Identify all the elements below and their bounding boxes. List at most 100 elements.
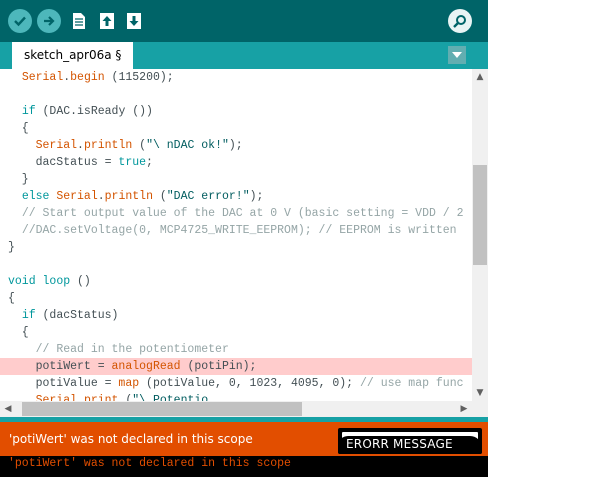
check-icon bbox=[14, 16, 26, 27]
code-line: { bbox=[8, 324, 464, 341]
code-line: if (dacStatus) bbox=[8, 307, 464, 324]
toolbar bbox=[0, 0, 488, 42]
code-token: void bbox=[8, 275, 36, 288]
code-token: ( bbox=[118, 394, 133, 401]
open-icon bbox=[100, 13, 114, 29]
tab-bar: sketch_apr06a § bbox=[0, 42, 488, 69]
scroll-down-icon[interactable]: ▼ bbox=[472, 385, 488, 401]
save-sketch-button[interactable] bbox=[123, 10, 145, 32]
code-token: ; bbox=[146, 156, 153, 169]
horizontal-scroll-thumb[interactable] bbox=[22, 402, 302, 416]
new-sketch-button[interactable] bbox=[68, 10, 90, 32]
horizontal-scrollbar[interactable]: ◀ ▶ bbox=[0, 401, 472, 417]
code-token: . bbox=[77, 139, 84, 152]
code-line: } bbox=[8, 171, 464, 188]
code-token: (dacStatus) bbox=[35, 309, 119, 322]
triangle-down-icon bbox=[452, 52, 462, 58]
code-line: potiValue = map (potiValue, 0, 1023, 409… bbox=[8, 375, 464, 392]
code-token: //DAC.setVoltage(0, MCP4725_WRITE_EEPROM… bbox=[21, 224, 457, 237]
open-sketch-button[interactable] bbox=[96, 10, 118, 32]
tab-menu-button[interactable] bbox=[448, 46, 466, 64]
code-line: Serial.println ("\ nDAC ok!"); bbox=[8, 137, 464, 154]
code-token: ); bbox=[249, 190, 264, 203]
code-line: { bbox=[8, 120, 464, 137]
code-token: { bbox=[8, 292, 15, 305]
code-line: Serial.begin (115200); bbox=[8, 69, 464, 86]
code-token: ( bbox=[152, 190, 167, 203]
code-token: if bbox=[21, 309, 36, 322]
scroll-up-icon[interactable]: ▲ bbox=[472, 69, 488, 85]
code-token: dacStatus = bbox=[8, 156, 119, 169]
code-line: Serial.print ("\ Potentio bbox=[8, 392, 464, 401]
code-line: // Start output value of the DAC at 0 V … bbox=[8, 205, 464, 222]
vertical-scrollbar[interactable]: ▲ ▼ bbox=[472, 69, 488, 401]
error-status-bar: 'potiWert' was not declared in this scop… bbox=[0, 422, 488, 456]
save-icon bbox=[127, 13, 141, 29]
scroll-left-icon[interactable]: ◀ bbox=[0, 401, 16, 417]
code-token: Serial bbox=[21, 71, 64, 84]
code-line: potiWert = analogRead (potiPin); bbox=[0, 358, 472, 375]
code-token: print bbox=[83, 394, 119, 401]
code-token: else bbox=[21, 190, 50, 203]
code-token: (115200); bbox=[104, 71, 174, 84]
code-token: analogRead bbox=[111, 360, 181, 373]
code-token: potiValue = bbox=[8, 377, 119, 390]
code-token: // Start output value of the DAC at 0 V … bbox=[21, 207, 464, 220]
upload-button[interactable] bbox=[37, 9, 61, 33]
arrow-right-icon bbox=[44, 16, 55, 26]
scrollbar-corner bbox=[472, 401, 488, 417]
console-line: 'potiWert' was not declared in this scop… bbox=[8, 457, 291, 470]
code-token: } bbox=[8, 173, 29, 186]
code-token: "\ nDAC ok!" bbox=[146, 139, 229, 152]
code-token: . bbox=[97, 190, 105, 203]
code-token: (DAC.isReady ()) bbox=[35, 105, 153, 118]
code-line: { bbox=[8, 290, 464, 307]
code-token: // Read in the potentiometer bbox=[35, 343, 229, 356]
code-line: // Read in the potentiometer bbox=[8, 341, 464, 358]
code-token: "\ Potentio bbox=[132, 394, 209, 401]
code-editor[interactable]: Serial.begin (115200); if (DAC.isReady (… bbox=[0, 69, 472, 401]
code-line: void loop () bbox=[8, 273, 464, 290]
code-token: true bbox=[118, 156, 147, 169]
code-token: begin bbox=[70, 71, 105, 84]
code-token: (potiValue, 0, 1023, 4095, 0); bbox=[139, 377, 360, 390]
magnifier-icon bbox=[453, 15, 466, 28]
scroll-right-icon[interactable]: ▶ bbox=[456, 401, 472, 417]
code-token: (potiPin); bbox=[180, 360, 257, 373]
verify-button[interactable] bbox=[8, 9, 32, 33]
code-token: // use map func bbox=[359, 377, 464, 390]
tab-sketch[interactable]: sketch_apr06a § bbox=[12, 42, 134, 69]
code-line: //DAC.setVoltage(0, MCP4725_WRITE_EEPROM… bbox=[8, 222, 464, 239]
status-message: 'potiWert' was not declared in this scop… bbox=[9, 432, 253, 446]
code-line: } bbox=[8, 239, 464, 256]
code-token: . bbox=[77, 394, 84, 401]
code-token: "DAC error!" bbox=[166, 190, 250, 203]
code-token: loop bbox=[42, 275, 71, 288]
code-token: ); bbox=[228, 139, 243, 152]
code-token: potiWert = bbox=[8, 360, 112, 373]
code-text: Serial.begin (115200); if (DAC.isReady (… bbox=[0, 69, 472, 401]
console-output: 'potiWert' was not declared in this scop… bbox=[0, 456, 488, 477]
code-token: } bbox=[8, 241, 15, 254]
code-token: println bbox=[83, 139, 133, 152]
code-line: if (DAC.isReady ()) bbox=[8, 103, 464, 120]
serial-monitor-button[interactable] bbox=[448, 9, 472, 33]
code-line: dacStatus = true; bbox=[8, 154, 464, 171]
error-message-button[interactable]: ERORR MESSAGE bbox=[338, 428, 482, 454]
code-token: ( bbox=[132, 139, 147, 152]
vertical-scroll-thumb[interactable] bbox=[473, 165, 487, 265]
code-token: Serial bbox=[56, 190, 98, 203]
code-token: () bbox=[70, 275, 91, 288]
code-token: map bbox=[118, 377, 140, 390]
new-file-icon bbox=[73, 13, 85, 29]
